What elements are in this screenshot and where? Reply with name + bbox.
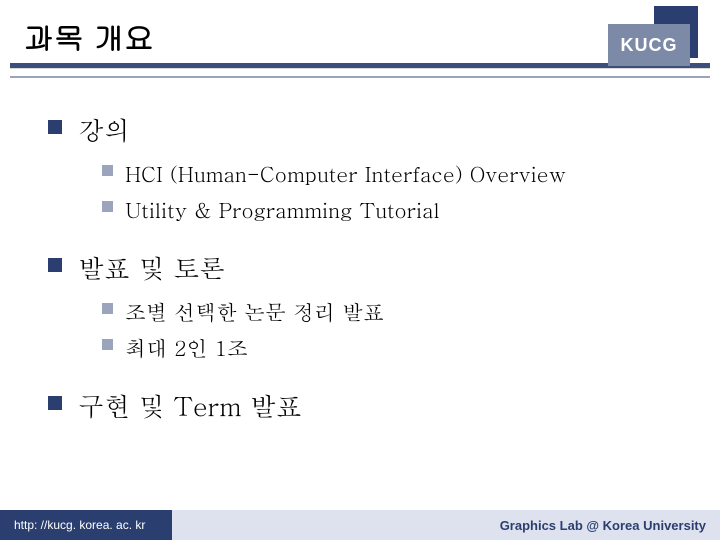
list-item-text: Utility & Programming Tutorial: [125, 194, 440, 224]
square-bullet-icon: [102, 165, 113, 176]
title-underline-thick: [10, 63, 710, 68]
section-heading: 발표 및 토론: [48, 250, 692, 286]
section-heading: 구현 및 Term 발표: [48, 388, 692, 424]
square-bullet-icon: [102, 303, 113, 314]
square-bullet-icon: [48, 120, 62, 134]
section-label: 구현 및 Term 발표: [78, 388, 302, 424]
list-item: 조별 선택한 논문 정리 발표: [102, 296, 692, 326]
list-item-text: HCI (Human-Computer Interface) Overview: [125, 158, 566, 188]
footer-credit: Graphics Lab @ Korea University: [172, 510, 720, 540]
section-heading: 강의: [48, 112, 692, 148]
slide-footer: http: //kucg. korea. ac. kr Graphics Lab…: [0, 510, 720, 540]
badge-container: KUCG: [606, 6, 698, 70]
list-item: HCI (Human-Computer Interface) Overview: [102, 158, 692, 188]
section-items: HCI (Human-Computer Interface) Overview …: [102, 158, 692, 224]
section-items: 조별 선택한 논문 정리 발표 최대 2인 1조: [102, 296, 692, 362]
square-bullet-icon: [48, 396, 62, 410]
slide-content: 강의 HCI (Human-Computer Interface) Overvi…: [0, 86, 720, 424]
list-item-text: 조별 선택한 논문 정리 발표: [125, 296, 384, 326]
square-bullet-icon: [48, 258, 62, 272]
list-item: 최대 2인 1조: [102, 332, 692, 362]
section-label: 발표 및 토론: [78, 250, 225, 286]
list-item-text: 최대 2인 1조: [125, 332, 248, 362]
square-bullet-icon: [102, 201, 113, 212]
title-underline-thin: [10, 76, 710, 78]
slide-header: 과목 개요 KUCG: [0, 0, 720, 86]
kucg-badge: KUCG: [608, 24, 690, 66]
list-item: Utility & Programming Tutorial: [102, 194, 692, 224]
square-bullet-icon: [102, 339, 113, 350]
footer-url: http: //kucg. korea. ac. kr: [0, 510, 172, 540]
section-label: 강의: [78, 112, 130, 148]
